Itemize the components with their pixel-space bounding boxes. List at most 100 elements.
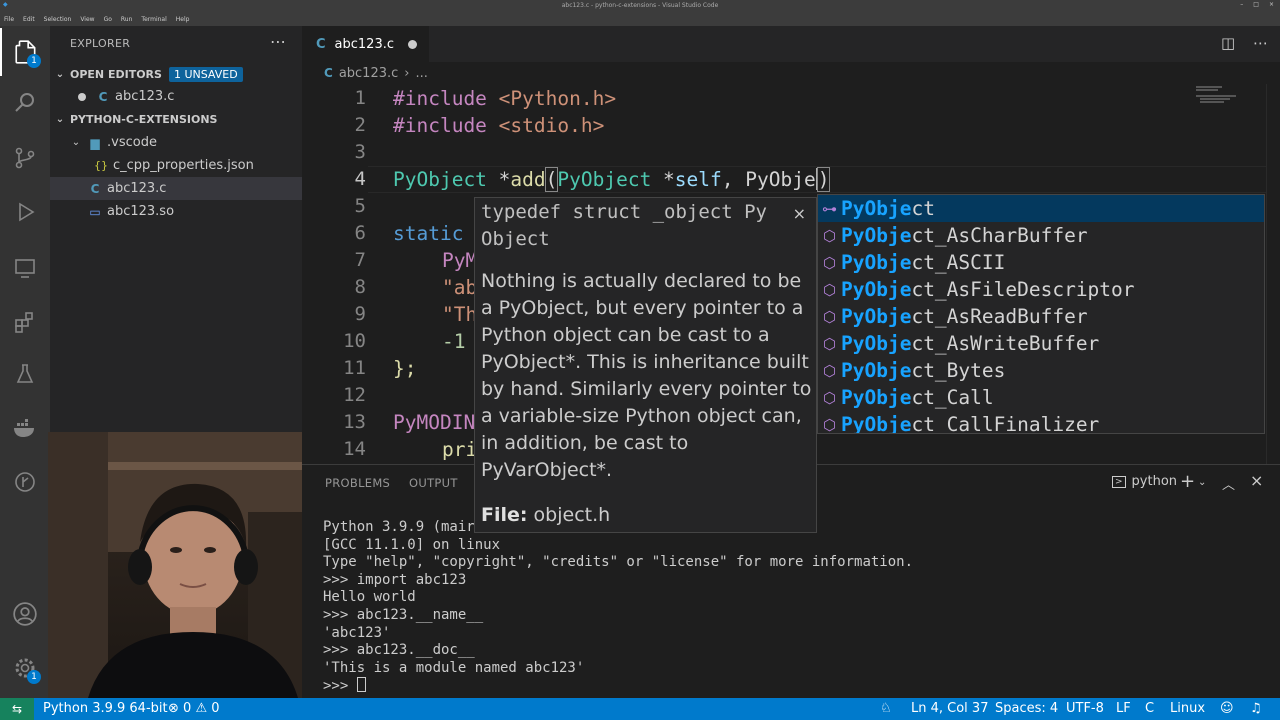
terminal-prompt-line[interactable]: >>> <box>323 677 913 696</box>
terminal-prompt: >>> <box>323 678 357 695</box>
function-symbol-icon: ⬡ <box>822 226 837 245</box>
maximize-icon[interactable]: □ <box>1253 1 1259 8</box>
remote-indicator-icon[interactable]: ⇆ <box>0 698 34 720</box>
suggestion-item[interactable]: ⊶ PyObje ct <box>818 195 1264 222</box>
breadcrumb: C abc123.c › ... <box>302 62 1280 84</box>
file-item-abc123-so[interactable]: ▭ abc123.so <box>50 200 302 223</box>
python-interpreter[interactable]: Python 3.9.9 64-bit <box>43 701 168 716</box>
terminal-line: >>> abc123.__name__ <box>323 606 484 623</box>
explorer-icon[interactable]: 1 <box>0 28 50 76</box>
menu-selection[interactable]: Selection <box>44 16 72 23</box>
suggestion-item[interactable]: ⬡ PyObje ct_AsCharBuffer <box>818 222 1264 249</box>
source-control-icon[interactable] <box>0 134 50 182</box>
project-section[interactable]: ⌄ PYTHON-C-EXTENSIONS <box>50 108 302 130</box>
suggestion-item[interactable]: ⬡ PyObje ct_AsReadBuffer <box>818 303 1264 330</box>
suggestion-item[interactable]: ⬡ PyObje ct_AsFileDescriptor <box>818 276 1264 303</box>
window-controls[interactable]: – □ × <box>1240 1 1274 8</box>
close-icon[interactable]: × <box>793 200 806 227</box>
file-label: abc123.c <box>107 181 167 196</box>
unsaved-dot-icon[interactable] <box>408 40 417 49</box>
minimize-icon[interactable]: – <box>1240 1 1243 8</box>
function-symbol-icon: ⬡ <box>822 280 837 299</box>
vertical-scrollbar[interactable] <box>1266 84 1280 464</box>
settings-badge: 1 <box>27 670 41 684</box>
menu-terminal[interactable]: Terminal <box>141 16 166 23</box>
tab-abc123-c[interactable]: C abc123.c <box>302 26 429 62</box>
code-line-8: "ab <box>442 276 478 299</box>
line-number: 9 <box>354 303 366 325</box>
file-item-json[interactable]: {} c_cpp_properties.json <box>50 154 302 177</box>
c-file-icon: C <box>90 181 100 196</box>
activity-bar: 1 1 <box>0 26 50 698</box>
settings-gear-icon[interactable]: 1 <box>0 644 50 692</box>
minimap-line <box>1196 89 1218 91</box>
function-symbol-icon: ⬡ <box>822 361 837 380</box>
menu-help[interactable]: Help <box>176 16 190 23</box>
line-number: 8 <box>354 276 366 298</box>
tab-output[interactable]: OUTPUT <box>409 476 458 490</box>
menu-run[interactable]: Run <box>121 16 133 23</box>
suggestion-item[interactable]: ⬡ PyObje ct_Call <box>818 384 1264 411</box>
file-label: abc123.so <box>107 204 175 219</box>
line-number: 6 <box>354 222 366 244</box>
menu-go[interactable]: Go <box>104 16 112 23</box>
chevron-down-icon[interactable]: ⌄ <box>1198 477 1206 488</box>
terminal-name: python <box>1131 474 1178 489</box>
json-file-icon: {} <box>94 159 108 172</box>
notifications-bell-icon[interactable]: ♫ <box>1250 701 1262 716</box>
chevron-down-icon: ⌄ <box>55 68 65 80</box>
project-label: PYTHON-C-EXTENSIONS <box>70 112 218 126</box>
chevron-down-icon: ⌄ <box>55 113 65 125</box>
feedback-icon[interactable]: ☺ <box>1220 701 1234 716</box>
open-editors-section[interactable]: ⌄ OPEN EDITORS 1 UNSAVED <box>50 63 302 85</box>
menu-view[interactable]: View <box>80 16 94 23</box>
file-item-abc123-c[interactable]: C abc123.c <box>50 177 302 200</box>
close-window-icon[interactable]: × <box>1269 1 1274 8</box>
cursor-position[interactable]: Ln 4, Col 37 <box>911 701 988 716</box>
testing-flask-icon[interactable] <box>0 350 50 398</box>
minimap-line <box>1196 86 1222 88</box>
terminal-line: [GCC 11.1.0] on linux <box>323 536 501 553</box>
account-icon[interactable] <box>0 590 50 638</box>
more-actions-icon[interactable]: ⋯ <box>270 32 286 51</box>
line-number: 3 <box>354 141 366 163</box>
breadcrumb-symbol[interactable]: ... <box>415 66 427 81</box>
folder-item-vscode[interactable]: ⌄ ▆ .vscode <box>50 131 302 154</box>
maximize-panel-icon[interactable]: ︿ <box>1222 474 1235 493</box>
code-line-7: PyM <box>442 249 478 272</box>
suggestion-list[interactable]: ⊶ PyObje ct ⬡ PyObje ct_AsCharBuffer ⬡ PyObje… <box>817 194 1265 434</box>
more-actions-icon[interactable]: ⋯ <box>1253 34 1268 52</box>
run-debug-icon[interactable] <box>0 188 50 236</box>
editor-tab-bar: C abc123.c ◫ ⋯ <box>302 26 1280 62</box>
terminal-cursor <box>356 677 366 693</box>
unsaved-dot-icon[interactable] <box>78 92 86 101</box>
platform[interactable]: Linux <box>1170 701 1205 716</box>
git-graph-icon[interactable] <box>0 458 50 506</box>
suggestion-item[interactable]: ⬡ PyObje ct_CallFinalizer <box>818 411 1264 433</box>
remote-explorer-icon[interactable] <box>0 244 50 292</box>
error-icon: ⊗ <box>168 701 179 716</box>
extensions-icon[interactable] <box>0 298 50 346</box>
new-terminal-icon[interactable]: + <box>1180 471 1195 492</box>
language-mode[interactable]: C <box>1145 701 1154 716</box>
live-share-icon[interactable]: ♘ <box>880 701 892 716</box>
docker-icon[interactable] <box>0 404 50 452</box>
tab-problems[interactable]: PROBLEMS <box>325 476 390 490</box>
end-of-line[interactable]: LF <box>1116 701 1131 716</box>
problems-indicator[interactable]: ⊗ 0 ⚠ 0 <box>168 701 220 716</box>
breadcrumb-file[interactable]: abc123.c <box>339 66 398 81</box>
suggestion-item[interactable]: ⬡ PyObje ct_AsWriteBuffer <box>818 330 1264 357</box>
menu-file[interactable]: File <box>4 16 14 23</box>
terminal-output[interactable]: Python 3.9.9 (mair [GCC 11.1.0] on linux T… <box>323 519 913 696</box>
open-editor-item[interactable]: C abc123.c <box>50 85 302 108</box>
suggestion-item[interactable]: ⬡ PyObje ct_ASCII <box>818 249 1264 276</box>
suggestion-item[interactable]: ⬡ PyObje ct_Bytes <box>818 357 1264 384</box>
search-icon[interactable] <box>0 78 50 126</box>
close-panel-icon[interactable]: × <box>1250 471 1263 490</box>
terminal-selector[interactable]: > python <box>1112 474 1177 489</box>
indentation[interactable]: Spaces: 4 <box>995 701 1058 716</box>
function-symbol-icon: ⬡ <box>822 388 837 407</box>
split-editor-icon[interactable]: ◫ <box>1221 34 1235 52</box>
encoding[interactable]: UTF-8 <box>1066 701 1104 716</box>
menu-edit[interactable]: Edit <box>23 16 35 23</box>
